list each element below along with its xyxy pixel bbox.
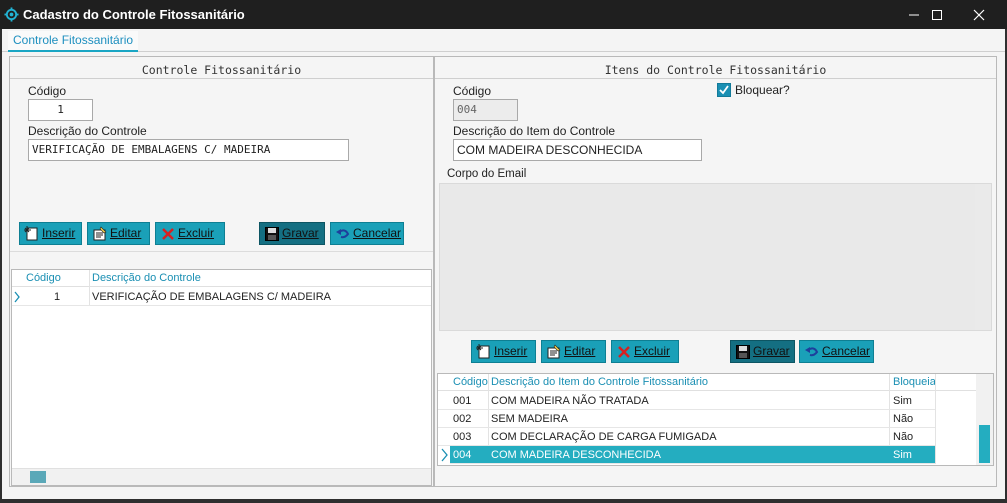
- column-header-bloqueia: Bloqueia: [893, 376, 936, 388]
- cell-descricao: SEM MADEIRA: [491, 413, 569, 425]
- new-document-icon: [24, 226, 38, 241]
- cell-descricao: COM MADEIRA NÃO TRATADA: [491, 395, 649, 407]
- grid-header: Código Descrição do Controle: [12, 270, 431, 287]
- cancelar-label: Cancelar: [822, 344, 871, 358]
- gravar-label: Gravar: [282, 226, 319, 240]
- divider: [435, 78, 996, 79]
- cell-codigo: 002: [453, 413, 472, 425]
- checkmark-icon: [719, 85, 729, 95]
- gravar-label: Gravar: [753, 344, 790, 358]
- edit-document-icon: [547, 344, 561, 359]
- editar-label: Editar: [110, 226, 142, 240]
- controle-grid[interactable]: Código Descrição do Controle 1 VERIFICAÇ…: [11, 269, 432, 486]
- grid-header: Código Descrição do Item do Controle Fit…: [438, 374, 993, 391]
- column-divider: [935, 374, 936, 464]
- inserir-button[interactable]: Inserir: [19, 222, 82, 245]
- gravar-button[interactable]: Gravar: [730, 340, 795, 363]
- cancelar-label: Cancelar: [353, 226, 402, 240]
- divider: [10, 251, 433, 252]
- descricao-label: Descrição do Item do Controle: [453, 124, 616, 138]
- column-header-descricao: Descrição do Controle: [92, 272, 201, 284]
- divider: [10, 78, 433, 79]
- cell-bloqueia: Sim: [893, 395, 912, 407]
- cell-codigo: 1: [54, 291, 61, 303]
- vertical-scrollbar[interactable]: [976, 374, 993, 465]
- table-row[interactable]: 1 VERIFICAÇÃO DE EMBALAGENS C/ MADEIRA: [12, 288, 431, 306]
- table-row[interactable]: 003 COM DECLARAÇÃO DE CARGA FUMIGADA Não: [438, 428, 935, 446]
- close-icon: [973, 9, 985, 21]
- excluir-label: Excluir: [178, 226, 215, 240]
- descricao-field[interactable]: VERIFICAÇÃO DE EMBALAGENS C/ MADEIRA: [28, 139, 349, 161]
- undo-icon: [336, 229, 350, 239]
- horizontal-scrollbar[interactable]: [12, 468, 431, 485]
- gravar-button[interactable]: Gravar: [259, 222, 325, 245]
- window-title: Cadastro do Controle Fitossanitário: [23, 7, 245, 22]
- edit-document-icon: [93, 226, 107, 241]
- editar-button[interactable]: Editar: [541, 340, 606, 363]
- row-indicator-icon: [441, 448, 448, 462]
- codigo-field[interactable]: 1: [28, 99, 93, 121]
- table-row[interactable]: 002 SEM MADEIRA Não: [438, 410, 935, 428]
- panel-title: Controle Fitossanitário: [141, 63, 302, 77]
- new-document-icon: [476, 344, 490, 359]
- cell-bloqueia: Não: [893, 431, 914, 443]
- inserir-label: Inserir: [42, 226, 76, 240]
- cell-bloqueia: Sim: [893, 449, 912, 461]
- tab-strip: Controle Fitossanitário: [2, 29, 1005, 52]
- table-row-selected[interactable]: 004 COM MADEIRA DESCONHECIDA Sim: [438, 446, 935, 464]
- editar-button[interactable]: Editar: [87, 222, 150, 245]
- undo-icon: [805, 347, 819, 357]
- maximize-icon: [932, 10, 942, 20]
- row-indicator-cell: [438, 446, 450, 464]
- codigo-label: Código: [453, 84, 492, 98]
- cell-descricao: COM MADEIRA DESCONHECIDA: [491, 449, 661, 461]
- corpo-email-label: Corpo do Email: [447, 168, 527, 180]
- excluir-button[interactable]: Excluir: [155, 222, 225, 245]
- table-row[interactable]: 001 COM MADEIRA NÃO TRATADA Sim: [438, 392, 935, 410]
- delete-icon: [618, 346, 630, 358]
- bloquear-label: Bloquear?: [735, 83, 790, 97]
- cell-descricao: COM DECLARAÇÃO DE CARGA FUMIGADA: [491, 431, 717, 443]
- title-bar: Cadastro do Controle Fitossanitário: [0, 0, 1007, 29]
- scrollbar-thumb[interactable]: [979, 425, 990, 463]
- cancelar-button[interactable]: Cancelar: [799, 340, 874, 363]
- panel-title: Itens do Controle Fitossanitário: [604, 63, 827, 77]
- descricao-label: Descrição do Controle: [28, 124, 147, 138]
- descricao-field[interactable]: COM MADEIRA DESCONHECIDA: [453, 139, 702, 161]
- row-indicator-icon: [14, 291, 20, 303]
- cell-descricao: VERIFICAÇÃO DE EMBALAGENS C/ MADEIRA: [92, 291, 331, 303]
- cancelar-button[interactable]: Cancelar: [330, 222, 404, 245]
- save-icon: [265, 227, 279, 241]
- cell-codigo: 001: [453, 395, 472, 407]
- save-icon: [736, 345, 750, 359]
- window-client: Controle Fitossanitário Controle Fitossa…: [2, 29, 1005, 499]
- excluir-button[interactable]: Excluir: [611, 340, 679, 363]
- maximize-button[interactable]: [914, 0, 960, 29]
- corpo-email-textarea[interactable]: [439, 183, 992, 331]
- vertical-scrollbar[interactable]: [975, 184, 991, 330]
- itens-panel: Itens do Controle Fitossanitário Código …: [434, 56, 997, 487]
- cell-codigo: 004: [453, 449, 472, 461]
- bloquear-checkbox[interactable]: [717, 83, 731, 97]
- codigo-field: 004: [453, 99, 518, 121]
- excluir-label: Excluir: [634, 344, 671, 358]
- editar-label: Editar: [564, 344, 596, 358]
- close-button[interactable]: [956, 0, 1002, 29]
- itens-grid[interactable]: Código Descrição do Item do Controle Fit…: [437, 373, 994, 466]
- column-header-codigo: Código: [26, 272, 61, 284]
- gear-icon: [4, 7, 19, 22]
- codigo-label: Código: [28, 84, 67, 98]
- inserir-button[interactable]: Inserir: [471, 340, 536, 363]
- cell-codigo: 003: [453, 431, 472, 443]
- controle-panel: Controle Fitossanitário Código 1 Descriç…: [9, 56, 434, 487]
- cell-bloqueia: Não: [893, 413, 914, 425]
- column-header-descricao: Descrição do Item do Controle Fitossanit…: [491, 376, 709, 388]
- scrollbar-thumb[interactable]: [30, 471, 46, 483]
- tab-controle-fitossanitario[interactable]: Controle Fitossanitário: [8, 31, 139, 52]
- inserir-label: Inserir: [494, 344, 528, 358]
- delete-icon: [162, 228, 174, 240]
- column-header-codigo: Código: [453, 376, 488, 388]
